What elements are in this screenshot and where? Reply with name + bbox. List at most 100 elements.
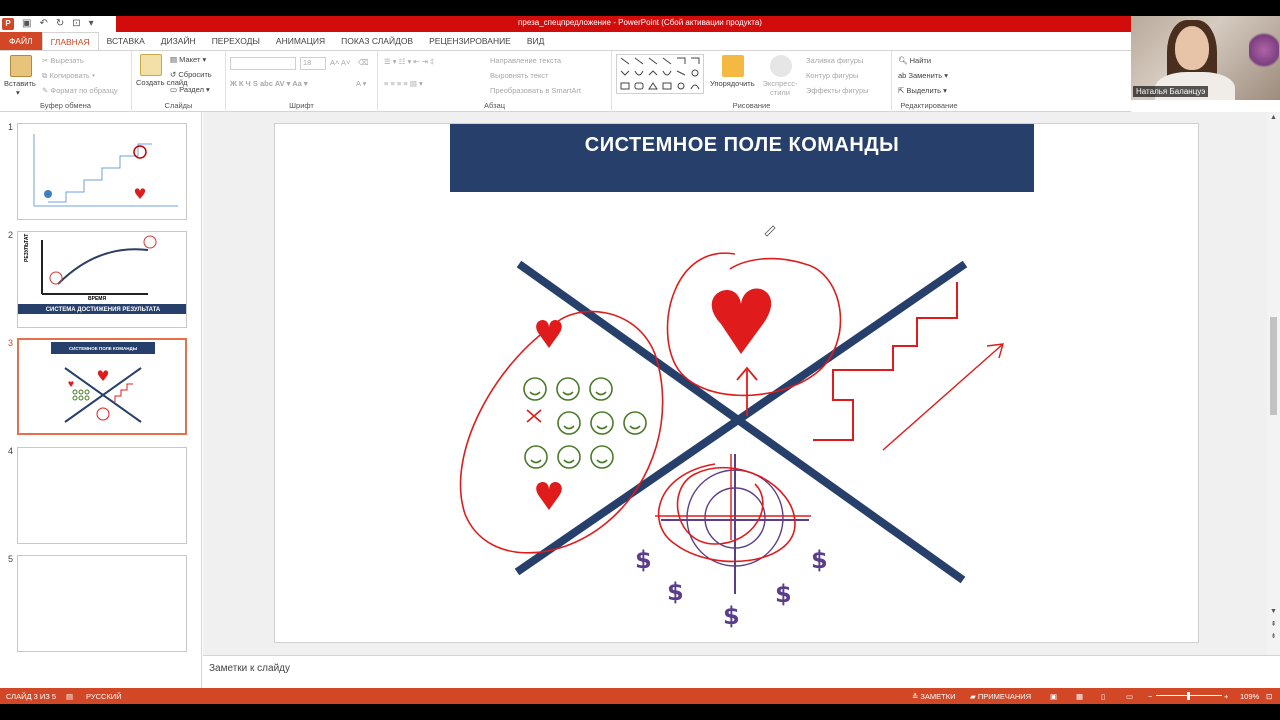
tab-insert[interactable]: ВСТАВКА bbox=[99, 32, 153, 50]
slide-thumbnails-panel: 1 2 РЕЗУЛЬТАТ ВРЕМЯ СИСТЕМА ДОСТИЖЕНИЯ Р… bbox=[0, 112, 202, 688]
title-bar: P ▣ ↶ ↻ ⊡ ▾ преза_спецпредложение - Powe… bbox=[0, 16, 1131, 32]
notes-pane[interactable]: Заметки к слайду bbox=[203, 655, 1280, 688]
paste-dropdown-icon[interactable]: ▾ bbox=[16, 88, 20, 97]
arrange-button[interactable]: Упорядочить bbox=[710, 79, 755, 88]
smartart-button[interactable]: Преобразовать в SmartArt bbox=[490, 86, 581, 95]
next-slide-icon[interactable]: ⇟ bbox=[1267, 632, 1280, 640]
thumb-number-1: 1 bbox=[8, 122, 14, 132]
section-button[interactable]: ▭ Раздел ▾ bbox=[170, 85, 210, 94]
tab-slideshow[interactable]: ПОКАЗ СЛАЙДОВ bbox=[333, 32, 421, 50]
window-title: преза_спецпредложение - PowerPoint (Сбой… bbox=[518, 18, 762, 27]
slide-counter: СЛАЙД 3 ИЗ 5 bbox=[6, 692, 57, 701]
notes-toggle-button[interactable]: ≛ ЗАМЕТКИ bbox=[912, 692, 956, 701]
font-name-input[interactable] bbox=[230, 57, 296, 70]
replace-button[interactable]: ab Заменить ▾ bbox=[898, 71, 948, 80]
webcam-flowers bbox=[1249, 30, 1279, 70]
clear-format-icon[interactable]: ⌫ bbox=[358, 58, 369, 67]
format-painter-label: Формат по образцу bbox=[50, 86, 118, 95]
diagonal-line-b bbox=[514, 260, 968, 576]
vertical-scrollbar[interactable]: ▲ ▼ ⇞ ⇟ bbox=[1267, 112, 1280, 655]
align-icons[interactable]: ≡ ≡ ≡ ≡ ▤ ▾ bbox=[384, 79, 423, 88]
tab-design[interactable]: ДИЗАЙН bbox=[153, 32, 204, 50]
find-label: Найти bbox=[909, 56, 932, 65]
shapes-gallery-icons bbox=[620, 57, 700, 90]
tab-file[interactable]: ФАЙЛ bbox=[0, 32, 42, 50]
language-indicator[interactable]: РУССКИЙ bbox=[86, 692, 122, 701]
zoom-level[interactable]: 109% bbox=[1240, 692, 1259, 701]
grow-font-icon[interactable]: A˄ A˅ bbox=[330, 58, 350, 67]
ribbon-tabs: ФАЙЛ ГЛАВНАЯ ВСТАВКА ДИЗАЙН ПЕРЕХОДЫ АНИ… bbox=[0, 32, 1131, 50]
format-painter-button[interactable]: ✎ Формат по образцу bbox=[42, 86, 118, 95]
font-size-input[interactable]: 18 bbox=[300, 57, 326, 70]
paste-button[interactable]: Вставить bbox=[4, 79, 36, 88]
webcam-name-label: Наталья Баланцуэ bbox=[1133, 86, 1209, 97]
slides-group-label: Слайды bbox=[164, 101, 193, 110]
tab-view[interactable]: ВИД bbox=[519, 32, 553, 50]
slides-group: Создать слайд ▤ Макет ▾ ↺ Сбросить ▭ Раз… bbox=[132, 51, 226, 112]
font-color-icon[interactable]: A ▾ bbox=[356, 79, 366, 88]
slide-thumbnail-5[interactable] bbox=[17, 555, 187, 652]
paragraph-group-label: Абзац bbox=[483, 101, 506, 110]
scrollbar-thumb[interactable] bbox=[1270, 317, 1277, 415]
zoom-slider-handle[interactable] bbox=[1187, 692, 1190, 700]
comments-toggle-button[interactable]: ▰ ПРИМЕЧАНИЯ bbox=[970, 692, 1031, 701]
slide-thumbnail-4[interactable] bbox=[17, 447, 187, 544]
screen-bottom-border bbox=[0, 704, 1280, 720]
slide-sorter-icon[interactable]: ▦ bbox=[1076, 692, 1083, 701]
thumbnail-1-drawing bbox=[33, 134, 178, 207]
proofing-icon[interactable]: ▤ bbox=[66, 692, 73, 701]
reading-view-icon[interactable]: ▯ bbox=[1101, 692, 1105, 701]
select-button[interactable]: ⇱ Выделить ▾ bbox=[898, 86, 947, 95]
cross-mark-icon bbox=[526, 409, 542, 423]
quick-styles-icon bbox=[770, 55, 792, 77]
thumbnail-2-drawing: РЕЗУЛЬТАТ ВРЕМЯ СИСТЕМА ДОСТИЖЕНИЯ РЕЗУЛ… bbox=[18, 234, 186, 314]
layout-button[interactable]: ▤ Макет ▾ bbox=[170, 55, 206, 64]
replace-label: Заменить bbox=[908, 71, 943, 80]
scroll-down-icon[interactable]: ▼ bbox=[1267, 608, 1280, 615]
find-button[interactable]: 🔍︎ Найти bbox=[898, 56, 931, 65]
list-icons[interactable]: ☰ ▾ ☷ ▾ ⇤ ⇥ ‡ bbox=[384, 57, 434, 66]
clipboard-group: Вставить ▾ ✂ Вырезать ⧉ Копировать ▾ ✎ Ф… bbox=[0, 51, 132, 112]
fit-to-window-icon[interactable]: ⊡ bbox=[1266, 692, 1272, 701]
shapes-gallery[interactable] bbox=[616, 54, 704, 94]
reset-button[interactable]: ↺ Сбросить bbox=[170, 70, 212, 79]
shape-outline-button[interactable]: Контур фигуры bbox=[806, 71, 858, 80]
slide-drawing: $ $ $ $ $ bbox=[459, 225, 1004, 630]
zoom-in-icon[interactable]: + bbox=[1224, 692, 1228, 701]
comments-toggle-label: ПРИМЕЧАНИЯ bbox=[977, 692, 1032, 701]
text-direction-button[interactable]: Направление текста bbox=[490, 56, 561, 65]
shape-fill-button[interactable]: Заливка фигуры bbox=[806, 56, 863, 65]
thumb2-xlabel: ВРЕМЯ bbox=[88, 296, 106, 302]
tab-transitions[interactable]: ПЕРЕХОДЫ bbox=[204, 32, 268, 50]
cut-label: Вырезать bbox=[50, 56, 84, 65]
scroll-up-icon[interactable]: ▲ bbox=[1267, 114, 1280, 121]
section-label: Раздел bbox=[179, 85, 204, 94]
copy-button[interactable]: ⧉ Копировать ▾ bbox=[42, 71, 95, 81]
webcam-person-face bbox=[1175, 26, 1209, 70]
slide-thumbnail-1[interactable] bbox=[17, 123, 187, 220]
tab-animation[interactable]: АНИМАЦИЯ bbox=[268, 32, 333, 50]
heart-icon-top bbox=[711, 288, 772, 354]
prev-slide-icon[interactable]: ⇞ bbox=[1267, 620, 1280, 628]
slideshow-view-icon[interactable]: ▭ bbox=[1126, 692, 1133, 701]
slide-thumbnail-3[interactable]: СИСТЕМНОЕ ПОЛЕ КОМАНДЫ bbox=[17, 338, 187, 435]
normal-view-icon[interactable]: ▣ bbox=[1050, 692, 1057, 701]
align-text-button[interactable]: Выровнять текст bbox=[490, 71, 548, 80]
quick-styles-button[interactable]: Экспресс-стили bbox=[758, 79, 802, 97]
font-style-icons[interactable]: Ж К Ч S abc AV ▾ Aa ▾ bbox=[230, 79, 308, 88]
slide-title[interactable]: СИСТЕМНОЕ ПОЛЕ КОМАНДЫ bbox=[450, 124, 1034, 192]
dollar-icon-4: $ bbox=[775, 580, 792, 608]
zoom-out-icon[interactable]: − bbox=[1148, 692, 1152, 701]
thumb-number-2: 2 bbox=[8, 230, 14, 240]
shape-effects-button[interactable]: Эффекты фигуры bbox=[806, 86, 869, 95]
webcam-overlay: Наталья Баланцуэ bbox=[1131, 16, 1280, 100]
tab-home[interactable]: ГЛАВНАЯ bbox=[41, 32, 99, 50]
thumb-number-3: 3 bbox=[8, 338, 14, 348]
heart-icon-left-top bbox=[536, 320, 562, 348]
new-slide-icon bbox=[140, 54, 162, 76]
editing-group: 🔍︎ Найти ab Заменить ▾ ⇱ Выделить ▾ Реда… bbox=[892, 51, 966, 112]
current-slide[interactable]: СИСТЕМНОЕ ПОЛЕ КОМАНДЫ $ $ $ $ $ bbox=[274, 123, 1199, 643]
cut-button[interactable]: ✂ Вырезать bbox=[42, 56, 84, 65]
tab-review[interactable]: РЕЦЕНЗИРОВАНИЕ bbox=[421, 32, 519, 50]
slide-thumbnail-2[interactable]: РЕЗУЛЬТАТ ВРЕМЯ СИСТЕМА ДОСТИЖЕНИЯ РЕЗУЛ… bbox=[17, 231, 187, 328]
